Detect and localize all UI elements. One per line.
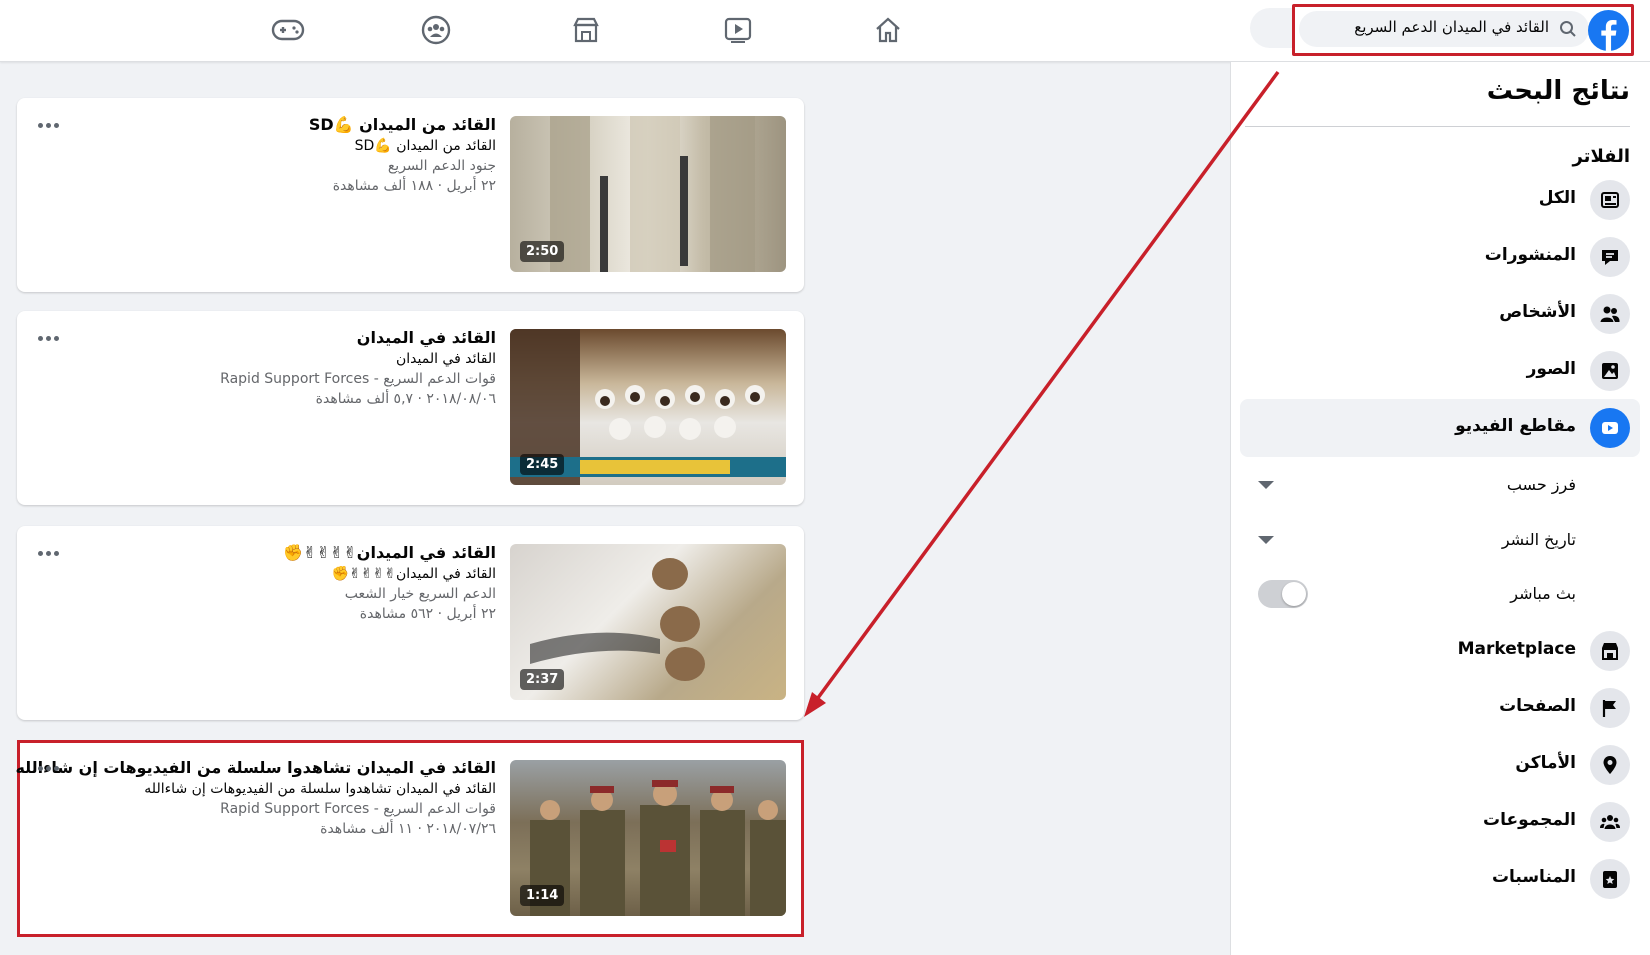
toggle-knob [1282, 582, 1306, 606]
video-icon [1590, 408, 1630, 448]
filter-places-label: الأماكن [1515, 753, 1576, 773]
video-meta: القائد في الميدان تشاهدوا سلسلة من الفيد… [15, 757, 496, 839]
location-pin-icon [1590, 745, 1630, 785]
date-posted-dropdown[interactable]: تاريخ النشر [1250, 520, 1640, 560]
video-meta: القائد من الميدان 💪SD القائد من الميدان … [309, 114, 496, 196]
home-nav-icon[interactable] [868, 12, 908, 48]
more-options-icon[interactable] [35, 763, 59, 773]
video-subtitle: القائد من الميدان 💪SD [354, 138, 496, 154]
filter-videos[interactable]: مقاطع الفيديو [1240, 399, 1640, 457]
video-subtitle: القائد في الميدان✌✌✌✌✊ [331, 566, 496, 582]
all-results-icon [1590, 180, 1630, 220]
groups-icon [1590, 802, 1630, 842]
video-channel[interactable]: جنود الدعم السريع [309, 156, 496, 176]
video-thumbnail[interactable]: 2:45 [510, 329, 786, 485]
sidebar-divider [1245, 126, 1630, 127]
marketplace-icon [1590, 631, 1630, 671]
filter-people-label: الأشخاص [1499, 302, 1576, 322]
filter-all[interactable]: الكل [1240, 171, 1640, 229]
video-title[interactable]: القائد من الميدان 💪SD [309, 114, 496, 136]
flag-icon [1590, 688, 1630, 728]
filter-marketplace-label: Marketplace [1457, 639, 1576, 659]
marketplace-nav-icon[interactable] [566, 12, 606, 48]
chevron-down-icon [1258, 536, 1274, 544]
video-title[interactable]: القائد في الميدان✌✌✌✌✊ [283, 542, 496, 564]
video-duration: 2:45 [520, 454, 565, 475]
posts-icon [1590, 237, 1630, 277]
video-stats: ٢٢ أبريل · ٥٦٢ مشاهدة [359, 606, 496, 622]
video-duration: 1:14 [520, 885, 565, 906]
video-stats: ٢٢ أبريل · ١٨٨ ألف مشاهدة [332, 178, 496, 194]
people-icon [1590, 294, 1630, 334]
video-thumbnail[interactable]: 2:50 [510, 116, 786, 272]
date-posted-label: تاريخ النشر [1501, 530, 1576, 549]
filter-places[interactable]: الأماكن [1240, 736, 1640, 794]
video-duration: 2:37 [520, 669, 565, 690]
video-channel[interactable]: قوات الدعم السريع - Rapid Support Forces [15, 799, 496, 819]
filter-groups[interactable]: المجموعات [1240, 793, 1640, 851]
search-highlight-box: القائد في الميدان الدعم السريع [1292, 4, 1634, 56]
filter-pages[interactable]: الصفحات [1240, 679, 1640, 737]
filter-pages-label: الصفحات [1499, 696, 1576, 716]
calendar-icon [1590, 859, 1630, 899]
search-icon [1560, 21, 1576, 37]
more-options-icon[interactable] [35, 120, 59, 130]
filter-photos-label: الصور [1526, 359, 1576, 379]
video-title[interactable]: القائد في الميدان [220, 327, 496, 349]
more-options-icon[interactable] [35, 333, 59, 343]
sort-by-label: فرز حسب [1506, 475, 1576, 494]
video-stats: ٢٠١٨/٠٨/٠٦ · ٥,٧ ألف مشاهدة [315, 391, 496, 407]
filter-posts[interactable]: المنشورات [1240, 228, 1640, 286]
video-duration: 2:50 [520, 241, 565, 262]
video-subtitle: القائد في الميدان [395, 351, 496, 367]
search-filters-sidebar: نتائج البحث الفلاتر الكل المنشورات الأشخ… [1230, 62, 1650, 955]
watch-nav-icon[interactable] [718, 12, 758, 48]
video-meta: القائد في الميدان✌✌✌✌✊ القائد في الميدان… [283, 542, 496, 624]
live-toggle[interactable] [1258, 580, 1308, 608]
top-navigation-bar: القائد في الميدان الدعم السريع [0, 0, 1650, 62]
video-title[interactable]: القائد في الميدان تشاهدوا سلسلة من الفيد… [15, 757, 496, 779]
live-filter-row: بث مباشر [1250, 574, 1640, 614]
filter-videos-label: مقاطع الفيديو [1455, 416, 1576, 436]
filters-heading: الفلاتر [1572, 146, 1630, 167]
video-channel[interactable]: الدعم السريع خيار الشعب [283, 584, 496, 604]
sort-by-dropdown[interactable]: فرز حسب [1250, 465, 1640, 505]
sidebar-title: نتائج البحث [1486, 76, 1630, 106]
filter-photos[interactable]: الصور [1240, 342, 1640, 400]
facebook-logo-icon[interactable] [1588, 10, 1629, 51]
highlighted-video-result-card[interactable]: 1:14 القائد في الميدان تشاهدوا سلسلة من … [15, 740, 804, 937]
filter-events[interactable]: المناسبات [1240, 850, 1640, 908]
search-input[interactable]: القائد في الميدان الدعم السريع [1299, 11, 1589, 47]
video-subtitle: القائد في الميدان تشاهدوا سلسلة من الفيد… [144, 781, 496, 797]
filter-events-label: المناسبات [1491, 867, 1576, 887]
live-label: بث مباشر [1510, 584, 1576, 603]
video-meta: القائد في الميدان القائد في الميدان قوات… [220, 327, 496, 409]
filter-groups-label: المجموعات [1483, 810, 1576, 830]
video-stats: ٢٠١٨/٠٧/٢٦ · ١١ ألف مشاهدة [320, 821, 496, 837]
photos-icon [1590, 351, 1630, 391]
video-thumbnail[interactable]: 2:37 [510, 544, 786, 700]
video-thumbnail[interactable]: 1:14 [510, 760, 786, 916]
filter-all-label: الكل [1538, 188, 1576, 208]
more-options-icon[interactable] [35, 548, 59, 558]
filter-marketplace[interactable]: Marketplace [1240, 622, 1640, 680]
filter-people[interactable]: الأشخاص [1240, 285, 1640, 343]
groups-nav-icon[interactable] [416, 12, 456, 48]
video-channel[interactable]: قوات الدعم السريع - Rapid Support Forces [220, 369, 496, 389]
filter-posts-label: المنشورات [1484, 245, 1576, 265]
video-result-card[interactable]: 2:37 القائد في الميدان✌✌✌✌✊ القائد في ال… [17, 526, 804, 720]
video-result-card[interactable]: 2:45 القائد في الميدان القائد في الميدان… [17, 311, 804, 505]
video-result-card[interactable]: 2:50 القائد من الميدان 💪SD القائد من الم… [17, 98, 804, 292]
gaming-icon[interactable] [268, 12, 308, 48]
search-query-text: القائد في الميدان الدعم السريع [1354, 18, 1549, 36]
chevron-down-icon [1258, 481, 1274, 489]
